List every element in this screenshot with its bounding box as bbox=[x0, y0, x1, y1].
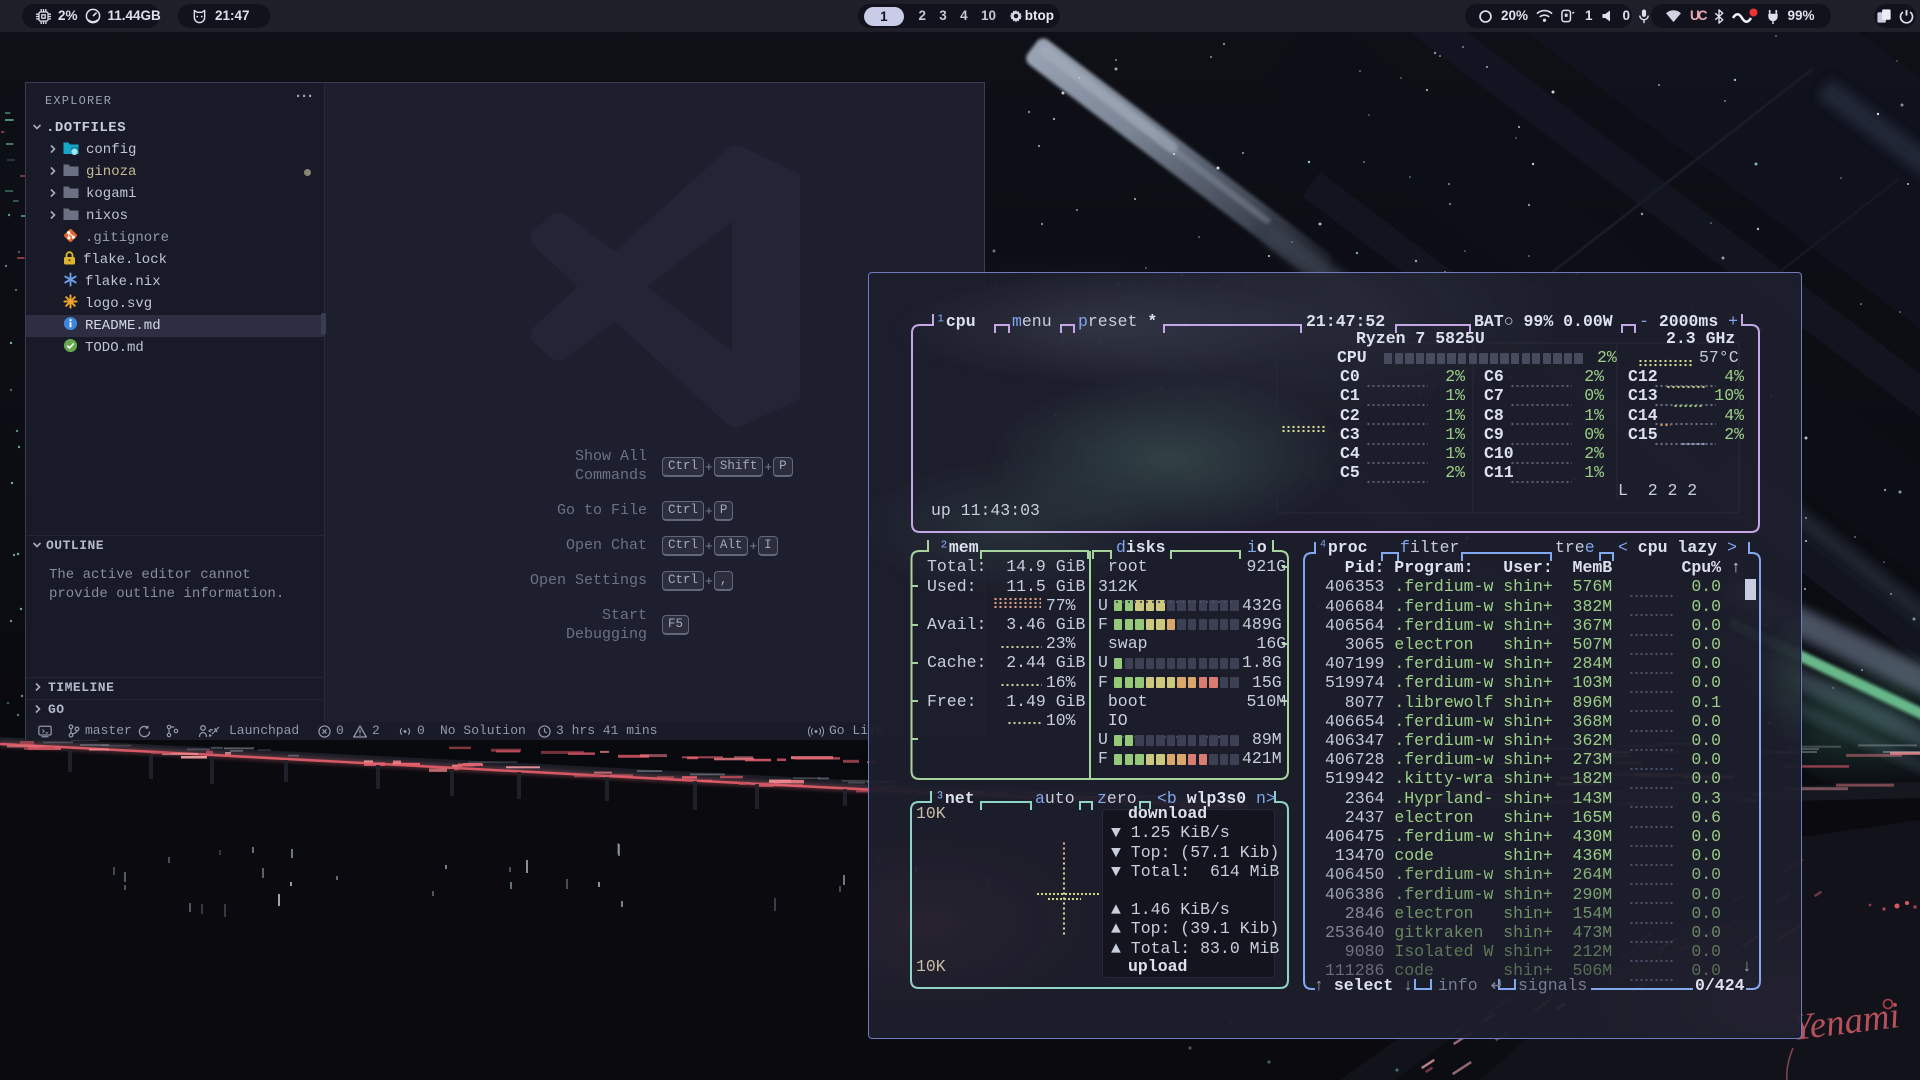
svg-text:*: * bbox=[1572, 11, 1575, 18]
